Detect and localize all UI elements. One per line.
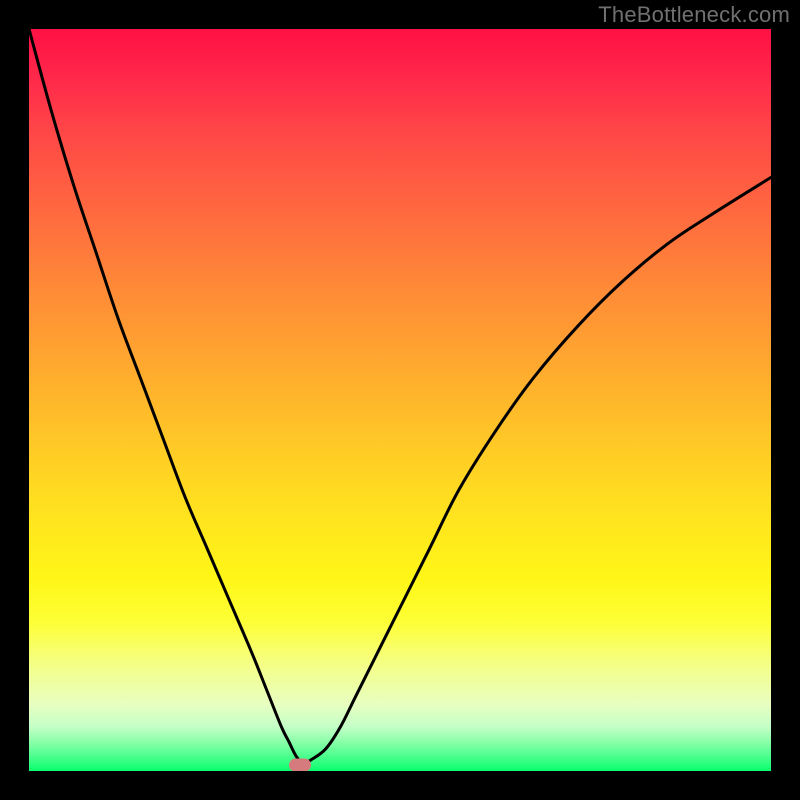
chart-frame: TheBottleneck.com [0, 0, 800, 800]
watermark-text: TheBottleneck.com [598, 2, 790, 28]
minimum-marker [289, 759, 311, 771]
plot-area [29, 29, 771, 771]
bottleneck-curve [29, 29, 771, 771]
curve-path [29, 29, 771, 764]
